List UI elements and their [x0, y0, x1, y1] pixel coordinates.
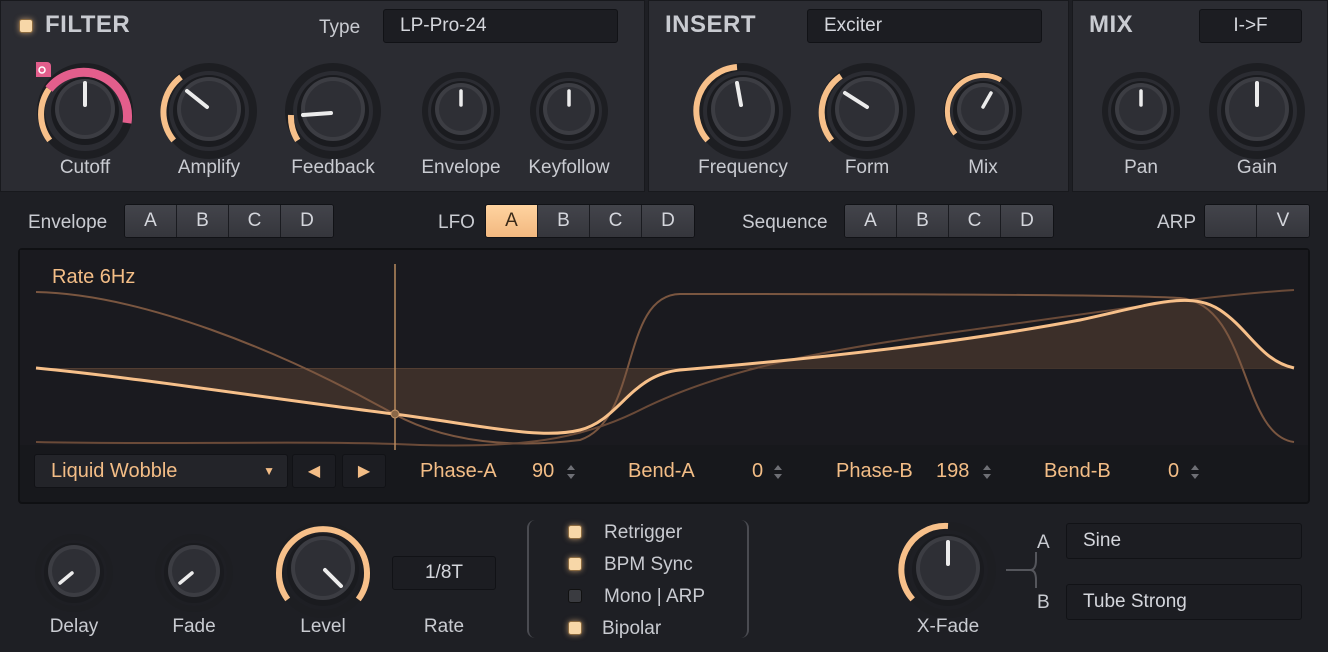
xfade-b-select[interactable]: Tube Strong: [1066, 584, 1302, 620]
level-knob[interactable]: [273, 520, 373, 620]
delay-label: Delay: [49, 616, 99, 637]
lfo-tabs: A B C D: [485, 204, 695, 238]
envelope-tabs: A B C D: [124, 204, 334, 238]
retrigger-checkbox[interactable]: [568, 525, 582, 539]
lfo-preset-select[interactable]: Liquid Wobble ▼: [34, 454, 288, 488]
feedback-label: Feedback: [291, 157, 375, 178]
fade-knob[interactable]: [154, 533, 234, 613]
lfo-tab-label: LFO: [438, 212, 475, 233]
bend-b-stepper-icon[interactable]: [1190, 463, 1200, 481]
insert-mix-knob[interactable]: [943, 71, 1023, 151]
bend-a-value[interactable]: 0: [752, 460, 763, 483]
delay-knob[interactable]: [34, 533, 114, 613]
bipolar-label: Bipolar: [602, 618, 662, 639]
envelope-tab-c[interactable]: C: [229, 205, 281, 237]
lfo-tab-a[interactable]: A: [486, 205, 538, 237]
form-knob[interactable]: [817, 61, 917, 161]
xfade-knob[interactable]: [898, 520, 998, 620]
phase-a-label: Phase-A: [420, 460, 497, 482]
lfo-tab-c[interactable]: C: [590, 205, 642, 237]
envelope-tab-d[interactable]: D: [281, 205, 333, 237]
cutoff-knob[interactable]: [35, 61, 135, 161]
insert-title: INSERT: [665, 11, 757, 38]
fade-label: Fade: [172, 616, 216, 637]
envelope-tab-a[interactable]: A: [125, 205, 177, 237]
phase-b-label: Phase-B: [836, 460, 913, 482]
bpm-sync-checkbox[interactable]: [568, 557, 582, 571]
lfo-tab-b[interactable]: B: [538, 205, 590, 237]
sequence-tab-c[interactable]: C: [949, 205, 1001, 237]
lfo-preset-name: Liquid Wobble: [51, 459, 178, 482]
bend-a-label: Bend-A: [628, 460, 695, 482]
pan-label: Pan: [1124, 157, 1158, 178]
bend-a-stepper-icon[interactable]: [773, 463, 783, 481]
lfo-rate-text: Rate 6Hz: [52, 266, 136, 288]
filter-type-select[interactable]: LP-Pro-24: [383, 9, 618, 43]
bpm-sync-label: BPM Sync: [604, 554, 693, 575]
keyfollow-knob[interactable]: [529, 71, 609, 151]
cutoff-label: Cutoff: [59, 157, 111, 178]
gain-knob[interactable]: [1207, 61, 1307, 161]
bend-b-value[interactable]: 0: [1168, 460, 1179, 483]
filter-title: FILTER: [45, 11, 131, 38]
bend-b-label: Bend-B: [1044, 460, 1111, 482]
phase-a-value[interactable]: 90: [532, 460, 554, 483]
insert-mix-label: Mix: [968, 157, 998, 178]
mono-arp-checkbox[interactable]: [568, 589, 582, 603]
feedback-knob[interactable]: [283, 61, 383, 161]
arrow-right-icon: ▶: [357, 463, 371, 480]
envelope-knob-label: Envelope: [421, 157, 501, 178]
filter-enable-toggle[interactable]: [19, 19, 33, 33]
mix-panel: MIX I->F Pan Gain: [1072, 0, 1328, 192]
lfo-display: Rate 6Hz Liquid Wobble ▼ ◀ ▶ Phase-A 90 …: [18, 248, 1310, 504]
rate-label: Rate: [423, 616, 465, 637]
insert-type-select[interactable]: Exciter: [807, 9, 1042, 43]
frequency-label: Frequency: [698, 157, 788, 178]
arp-tab-label: ARP: [1157, 212, 1197, 233]
phase-a-stepper-icon[interactable]: [566, 463, 576, 481]
frequency-knob[interactable]: [693, 61, 793, 161]
filter-type-label: Type: [319, 17, 361, 38]
mono-arp-label: Mono | ARP: [604, 586, 706, 607]
phase-b-value[interactable]: 198: [936, 460, 969, 483]
xfade-b-label: B: [1037, 592, 1050, 613]
pan-knob[interactable]: [1101, 71, 1181, 151]
sequence-tabs: A B C D: [844, 204, 1054, 238]
sequence-tab-a[interactable]: A: [845, 205, 897, 237]
chevron-down-icon: ▼: [263, 464, 275, 478]
sequence-tab-label: Sequence: [742, 212, 828, 233]
preset-prev-button[interactable]: ◀: [292, 454, 336, 488]
xfade-connector-icon: [1006, 552, 1037, 588]
sequence-tab-d[interactable]: D: [1001, 205, 1053, 237]
sequence-tab-b[interactable]: B: [897, 205, 949, 237]
insert-panel: INSERT Exciter Frequency Form Mix: [648, 0, 1069, 192]
arp-tab-v[interactable]: V: [1257, 205, 1309, 237]
filter-panel: FILTER Type LP-Pro-24 Cutoff Amplify Fee…: [0, 0, 645, 192]
lfo-tab-d[interactable]: D: [642, 205, 694, 237]
arp-toggle[interactable]: [1205, 205, 1257, 237]
xfade-a-label: A: [1037, 532, 1050, 553]
keyfollow-label: Keyfollow: [528, 157, 610, 178]
mix-title: MIX: [1089, 11, 1134, 38]
arrow-left-icon: ◀: [307, 463, 321, 480]
amplify-label: Amplify: [177, 157, 241, 178]
preset-next-button[interactable]: ▶: [342, 454, 386, 488]
bipolar-checkbox[interactable]: [568, 621, 582, 635]
xfade-label: X-Fade: [916, 616, 980, 637]
phase-b-stepper-icon[interactable]: [982, 463, 992, 481]
gain-label: Gain: [1236, 157, 1278, 178]
rate-select[interactable]: 1/8T: [392, 556, 496, 590]
arp-tabs: V: [1204, 204, 1310, 238]
form-label: Form: [844, 157, 890, 178]
envelope-knob[interactable]: [421, 71, 501, 151]
level-label: Level: [300, 616, 346, 637]
amplify-knob[interactable]: [159, 61, 259, 161]
xfade-a-select[interactable]: Sine: [1066, 523, 1302, 559]
envelope-tab-label: Envelope: [28, 212, 108, 233]
mix-routing-select[interactable]: I->F: [1199, 9, 1302, 43]
envelope-tab-b[interactable]: B: [177, 205, 229, 237]
retrigger-label: Retrigger: [604, 522, 683, 543]
